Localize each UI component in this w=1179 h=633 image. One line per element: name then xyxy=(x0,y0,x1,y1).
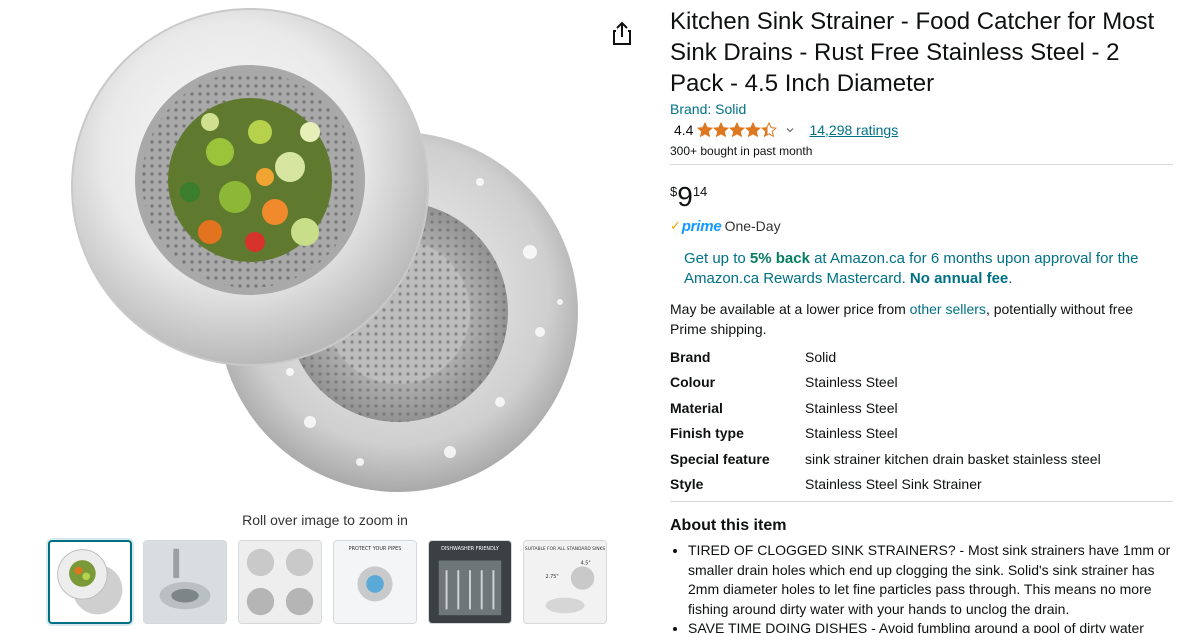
spec-key: Colour xyxy=(670,374,716,391)
spec-key: Special feature xyxy=(670,450,770,467)
thumb-caption: DISHWASHER FRIENDLY xyxy=(441,546,499,552)
spec-value: sink strainer kitchen drain basket stain… xyxy=(805,450,1101,467)
star-icon xyxy=(729,122,746,138)
thumbnail-4[interactable]: PROTECT YOUR PIPES xyxy=(333,540,417,624)
other-sellers-link[interactable]: other sellers xyxy=(910,301,986,317)
star-icon xyxy=(761,122,778,138)
price-currency: $ xyxy=(670,184,678,199)
spec-key: Material xyxy=(670,399,723,416)
ratings-count-link[interactable]: 14,298 ratings xyxy=(809,122,898,138)
spec-key: Style xyxy=(670,476,704,493)
prime-logo: ✓ prime xyxy=(670,218,722,235)
price-whole: 9 xyxy=(677,181,693,212)
spec-row: Special feature sink strainer kitchen dra… xyxy=(670,446,1173,472)
price: $ 9 14 xyxy=(670,181,1173,212)
star-icon xyxy=(697,122,714,138)
spec-value: Stainless Steel xyxy=(805,374,898,391)
rating-value: 4.4 xyxy=(674,122,694,138)
image-gallery: Roll over image to zoom in PROTECT YOUR … xyxy=(0,0,650,633)
spec-key: Finish type xyxy=(670,425,744,442)
thumbnail-strip: PROTECT YOUR PIPES DISHWASHER FRIENDLY S… xyxy=(48,540,607,624)
about-heading: About this item xyxy=(670,517,787,534)
thumb-dimension: 4.5" xyxy=(581,560,591,566)
prime-delivery: ✓ prime One-Day xyxy=(670,217,1173,235)
chevron-down-icon[interactable] xyxy=(785,125,795,135)
share-icon[interactable] xyxy=(608,20,636,46)
promo-highlight: 5% back xyxy=(749,250,810,267)
rewards-promo[interactable]: Get up to 5% back at Amazon.ca for 6 mon… xyxy=(684,249,1173,289)
spec-value: Stainless Steel xyxy=(805,399,898,416)
spec-value: Solid xyxy=(805,348,837,365)
product-title: Kitchen Sink Strainer - Food Catcher for… xyxy=(670,8,1155,97)
thumbnail-3[interactable] xyxy=(238,540,322,624)
promo-text: Get up to xyxy=(684,250,750,267)
product-details: Kitchen Sink Strainer - Food Catcher for… xyxy=(670,0,1173,633)
product-specs-table: Brand Solid Colour Stainless Steel Materia… xyxy=(670,344,1173,497)
availability-text: May be available at a lower price from xyxy=(670,301,910,317)
spec-row: Material Stainless Steel xyxy=(670,395,1173,421)
spec-key: Brand xyxy=(670,348,711,365)
promo-no-fee: No annual fee xyxy=(909,270,1009,287)
spec-row: Brand Solid xyxy=(670,344,1173,370)
star-rating[interactable] xyxy=(697,122,778,138)
divider xyxy=(670,501,1173,502)
availability-note: May be available at a lower price from o… xyxy=(670,299,1173,339)
brand-link[interactable]: Brand: Solid xyxy=(670,101,1173,117)
prime-check-icon: ✓ xyxy=(670,218,681,233)
spec-row: Style Stainless Steel Sink Strainer xyxy=(670,472,1173,498)
list-item: SAVE TIME DOING DISHES - Avoid fumbling … xyxy=(688,619,1173,633)
spec-row: Colour Stainless Steel xyxy=(670,370,1173,396)
star-icon xyxy=(745,122,762,138)
zoom-hint: Roll over image to zoom in xyxy=(242,512,408,528)
promo-text: . xyxy=(1008,270,1013,287)
thumbnail-1[interactable] xyxy=(48,540,132,624)
thumb-caption: SUITABLE FOR ALL STANDARD SINKS xyxy=(525,546,606,552)
spec-row: Finish type Stainless Steel xyxy=(670,421,1173,447)
thumb-caption: PROTECT YOUR PIPES xyxy=(349,546,402,552)
price-fraction: 14 xyxy=(692,184,708,199)
thumbnail-6[interactable]: SUITABLE FOR ALL STANDARD SINKS 2.75" 4.… xyxy=(523,540,607,624)
divider xyxy=(670,164,1173,165)
prime-label: prime xyxy=(681,217,722,235)
star-icon xyxy=(713,122,730,138)
thumb-dimension: 2.75" xyxy=(545,574,558,580)
thumbnail-2[interactable] xyxy=(143,540,227,624)
list-item: TIRED OF CLOGGED SINK STRAINERS? - Most … xyxy=(688,541,1173,619)
about-bullets: TIRED OF CLOGGED SINK STRAINERS? - Most … xyxy=(670,541,1173,633)
rating-row: 4.4 14,298 ratings xyxy=(670,120,1173,140)
main-product-image[interactable] xyxy=(60,2,590,507)
prime-one-day: One-Day xyxy=(724,218,781,234)
spec-value: Stainless Steel xyxy=(805,425,898,442)
thumbnail-5[interactable]: DISHWASHER FRIENDLY xyxy=(428,540,512,624)
bought-in-past-month: 300+ bought in past month xyxy=(670,144,813,158)
spec-value: Stainless Steel Sink Strainer xyxy=(805,476,982,493)
